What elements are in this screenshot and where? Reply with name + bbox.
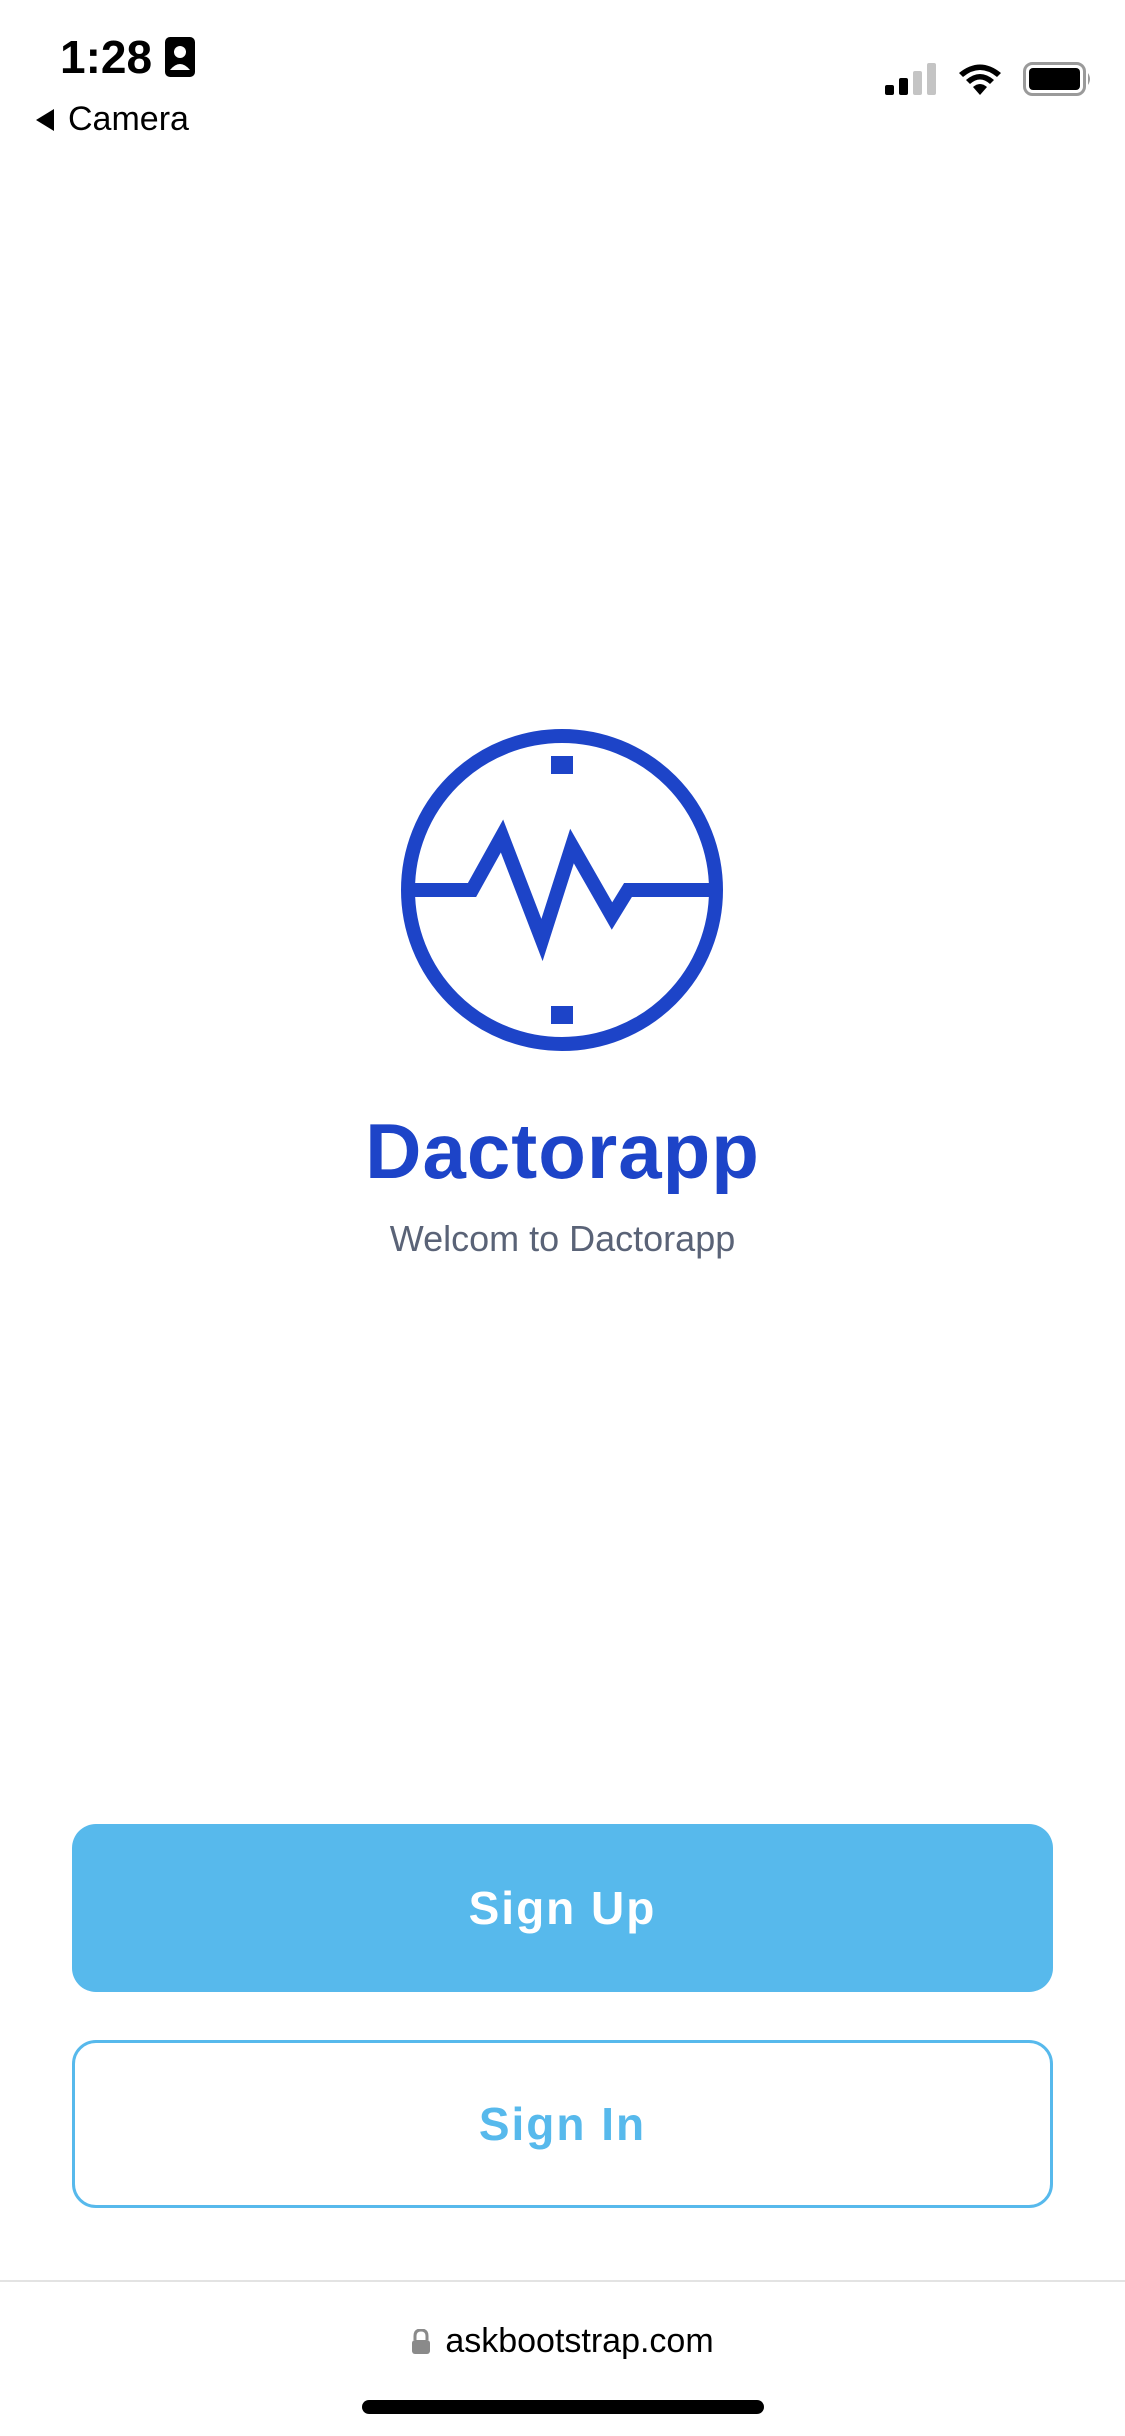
sign-up-button[interactable]: Sign Up [72,1824,1053,1992]
home-indicator[interactable] [362,2400,764,2414]
portrait-icon [165,37,196,77]
wifi-icon [959,64,1001,95]
app-screen: 1:28 Camera Dactorapp Welcom to Dactorap… [0,0,1125,2436]
back-arrow-icon [36,108,54,131]
status-indicators [885,62,1093,96]
app-title: Dactorapp [365,1107,760,1195]
back-to-app-button[interactable]: Camera [36,100,189,139]
url-text: askbootstrap.com [445,2322,714,2360]
status-time: 1:28 [60,30,196,84]
back-app-label: Camera [68,100,189,138]
battery-icon [1023,62,1090,96]
browser-address-bar[interactable]: askbootstrap.com [0,2280,1125,2436]
lock-icon [412,2328,431,2354]
signal-icon [885,63,936,95]
heartbeat-logo-icon [401,729,723,1051]
sign-in-button[interactable]: Sign In [72,2040,1053,2208]
url-display[interactable]: askbootstrap.com [0,2322,1125,2361]
status-time-text: 1:28 [60,31,153,83]
welcome-text: Welcom to Dactorapp [389,1218,736,1259]
